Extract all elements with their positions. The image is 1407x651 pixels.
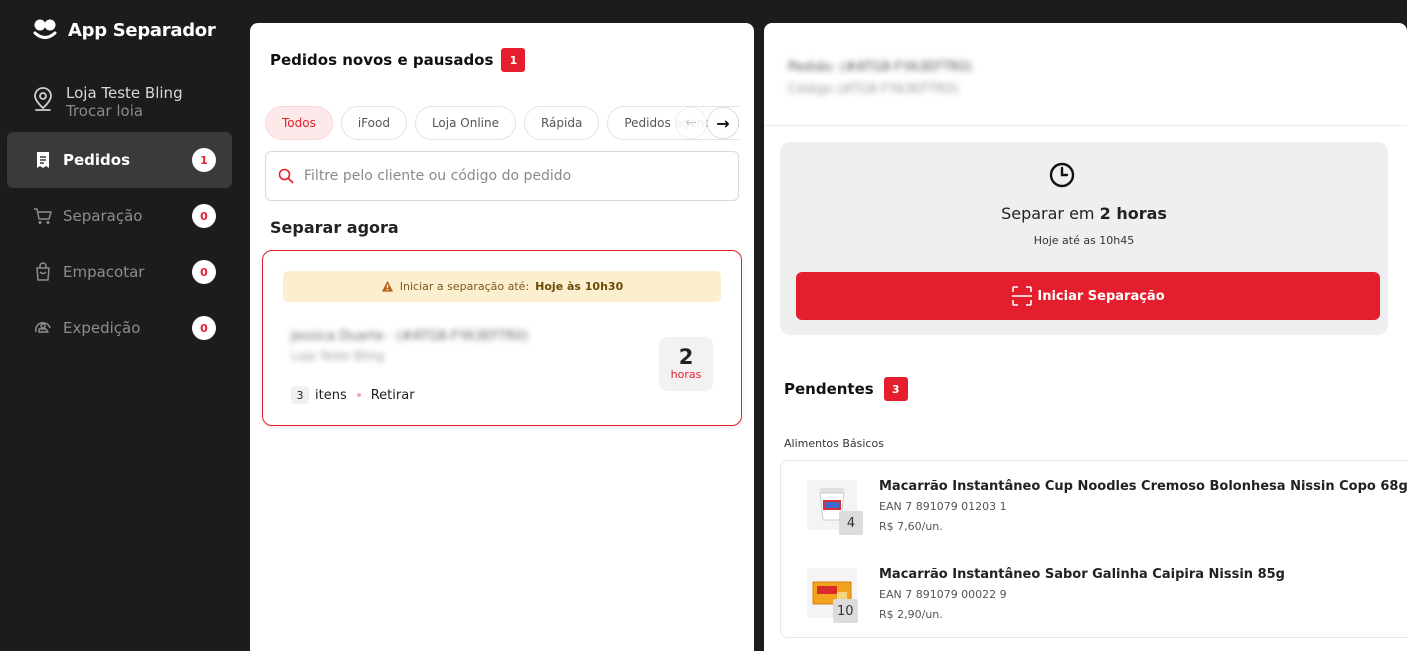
filter-chip-todos[interactable]: Todos [265, 106, 333, 140]
sidebar-item-label: Separação [63, 207, 143, 225]
cart-icon [34, 208, 52, 224]
scroll-right-arrow-icon[interactable]: → [707, 107, 739, 139]
product-ean: EAN 7 891079 00022 9 [879, 588, 1007, 601]
orders-panel-title: Pedidos novos e pausados [270, 51, 494, 69]
separation-card: Separar em 2 horas Hoje até as 10h45 Ini… [780, 142, 1388, 335]
items-label: itens [315, 387, 347, 403]
product-quantity: 10 [833, 599, 858, 623]
order-meta: 3 itens Retirar [291, 386, 415, 404]
product-list: 4 Macarrão Instantâneo Cup Noodles Cremo… [780, 460, 1407, 638]
scan-icon [1012, 286, 1033, 306]
product-name: Macarrão Instantâneo Cup Noodles Cremoso… [879, 479, 1407, 494]
logo-icon [33, 19, 57, 39]
separation-deadline: Hoje até as 10h45 [1033, 234, 1135, 247]
category-label: Alimentos Básicos [784, 437, 884, 450]
app-logo: App Separador [32, 18, 216, 42]
sidebar-item-empacotar[interactable]: Empacotar 0 [7, 244, 232, 300]
product-price: R$ 7,60/un. [879, 520, 943, 533]
scroll-left-arrow-icon[interactable]: ← [675, 107, 707, 139]
orders-count-badge: 1 [501, 48, 526, 72]
store-selector[interactable]: Loja Teste Bling Trocar loia [32, 84, 183, 120]
sidebar: App Separador Loja Teste Bling Trocar lo… [0, 0, 250, 651]
sidebar-nav: Pedidos 1 Separação 0 Empacotar 0 Expedi… [7, 132, 232, 356]
sidebar-item-expedicao[interactable]: Expedição 0 [7, 300, 232, 356]
warning-time: Hoje às 10h30 [535, 280, 624, 293]
pending-count-badge: 3 [883, 377, 908, 401]
items-count: 3 [291, 386, 309, 404]
delivery-type: Retirar [370, 387, 415, 403]
warning-icon [381, 280, 393, 292]
start-separation-label: Iniciar Separação [1037, 288, 1165, 304]
order-store-blurred: Loja Teste Bling [291, 349, 385, 363]
search-input[interactable] [304, 168, 724, 184]
filter-chips: Todos iFood Loja Online Rápida Pedidos a… [265, 106, 739, 140]
separation-deadline-warning: Iniciar a separação até: Hoje às 10h30 [283, 271, 721, 302]
pending-header: Pendentes 3 [784, 377, 908, 401]
start-separation-button[interactable]: Iniciar Separação [796, 272, 1380, 320]
separate-in-time: 2 horas [1099, 204, 1167, 223]
product-name: Macarrão Instantâneo Sabor Galinha Caipi… [879, 567, 1285, 582]
order-customer-blurred: Jessica Duarte · (#ATG8-FYA3EFTR0) [291, 329, 529, 344]
bag-icon [36, 262, 50, 281]
sidebar-item-separacao[interactable]: Separação 0 [7, 188, 232, 244]
pending-title: Pendentes [784, 380, 874, 398]
receipt-icon [37, 152, 49, 168]
orders-panel-header: Pedidos novos e pausados 1 [270, 48, 526, 72]
time-remaining-unit: horas [670, 368, 702, 381]
time-remaining-box: 2 horas [659, 337, 713, 391]
order-search[interactable] [265, 151, 739, 201]
pedidos-count-badge: 1 [192, 148, 216, 172]
product-ean: EAN 7 891079 01203 1 [879, 500, 1007, 513]
sidebar-item-pedidos[interactable]: Pedidos 1 [7, 132, 232, 188]
separate-now-heading: Separar agora [270, 218, 399, 237]
order-detail-panel: Pedido: (#ATG8-FYA3EFTR0) Código (ATG8-F… [764, 23, 1407, 651]
product-item[interactable]: 4 Macarrão Instantâneo Cup Noodles Cremo… [781, 461, 1407, 549]
product-quantity: 4 [839, 511, 863, 535]
time-remaining-value: 2 [678, 345, 694, 369]
separacao-count-badge: 0 [192, 204, 216, 228]
filter-chip-rapida[interactable]: Rápida [523, 106, 600, 140]
sidebar-item-label: Empacotar [63, 263, 145, 281]
warning-label: Iniciar a separação até: [399, 280, 530, 293]
sidebar-item-label: Expedição [63, 319, 141, 337]
separate-in-prefix: Separar em [1001, 204, 1095, 223]
product-price: R$ 2,90/un. [879, 608, 943, 621]
clock-icon [1049, 162, 1075, 188]
filter-chip-ifood[interactable]: iFood [340, 106, 407, 140]
expedicao-count-badge: 0 [192, 316, 216, 340]
sidebar-item-label: Pedidos [63, 151, 131, 169]
order-number-blurred: Pedido: (#ATG8-FYA3EFTR0) [788, 60, 973, 75]
separate-in-title: Separar em 2 horas [780, 204, 1388, 223]
location-pin-icon [34, 87, 52, 111]
product-item[interactable]: 10 Macarrão Instantâneo Sabor Galinha Ca… [781, 549, 1407, 637]
empacotar-count-badge: 0 [192, 260, 216, 284]
separator-dot [356, 393, 361, 397]
order-code-blurred: Código (ATG8-FYA3EFTR0) [788, 82, 959, 97]
orders-panel: Pedidos novos e pausados 1 Todos iFood L… [250, 23, 754, 651]
app-title: App Separador [68, 19, 216, 41]
filter-chip-loja-online[interactable]: Loja Online [414, 106, 516, 140]
search-icon [278, 168, 294, 184]
order-card[interactable]: Iniciar a separação até: Hoje às 10h30 J… [262, 250, 742, 426]
store-name: Loja Teste Bling [66, 84, 183, 102]
divider [764, 125, 1407, 126]
delivery-icon [34, 322, 51, 333]
change-store-link[interactable]: Trocar loia [66, 102, 183, 120]
